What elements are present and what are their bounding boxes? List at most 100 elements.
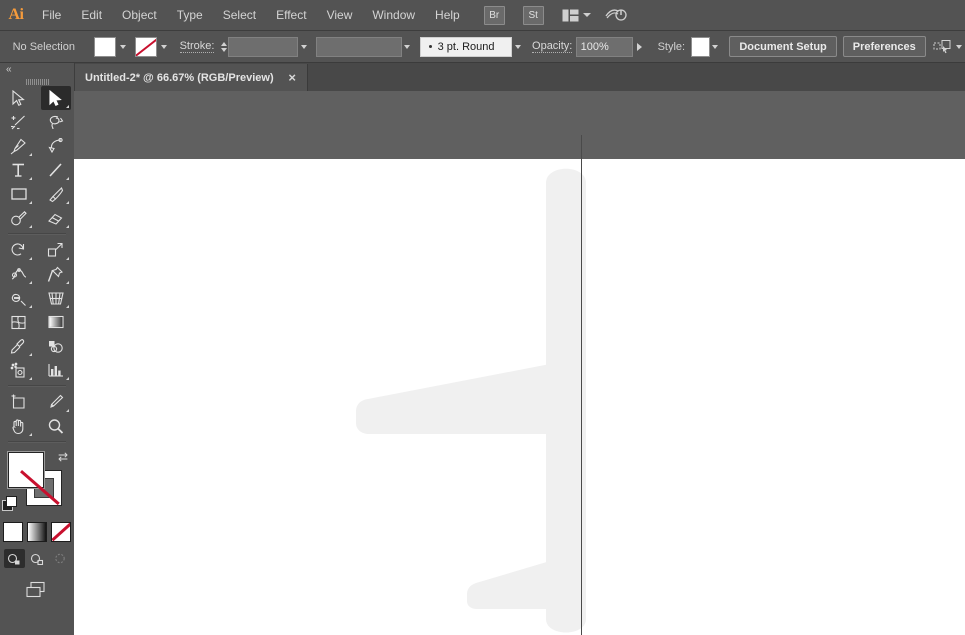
direct-selection-tool[interactable]: [40, 86, 71, 110]
preferences-button[interactable]: Preferences: [842, 36, 926, 57]
brush-definition-chevron-down-icon[interactable]: [512, 38, 524, 56]
hand-tool[interactable]: [4, 414, 34, 438]
color-mode-button[interactable]: [3, 522, 23, 542]
fill-swatch[interactable]: [94, 36, 117, 57]
menu-window[interactable]: Window: [362, 0, 425, 30]
menu-object[interactable]: Object: [112, 0, 167, 30]
blend-tool[interactable]: [41, 334, 71, 358]
symbol-sprayer-tool[interactable]: [4, 358, 34, 382]
menu-help[interactable]: Help: [425, 0, 470, 30]
gradient-mode-button[interactable]: [27, 522, 47, 542]
magic-wand-tool[interactable]: [4, 110, 34, 134]
variable-width-profile-input[interactable]: [315, 36, 402, 57]
rotate-tool[interactable]: [4, 238, 34, 262]
stroke-chevron-down-icon[interactable]: [157, 38, 171, 56]
width-tool[interactable]: [4, 262, 34, 286]
illustrator-window: Ai File Edit Object Type Select Effect V…: [0, 0, 965, 635]
arrange-documents-chevron-down-icon[interactable]: [582, 13, 591, 17]
brush-definition-label: 3 pt. Round: [437, 40, 495, 53]
change-screen-mode-button[interactable]: [0, 580, 74, 600]
fill-stroke-controls: ⇄: [0, 450, 74, 518]
fill-chevron-down-icon[interactable]: [116, 38, 130, 56]
draw-normal-button[interactable]: [3, 549, 25, 568]
free-transform-tool[interactable]: [41, 262, 71, 286]
arrange-documents-icon[interactable]: [562, 9, 579, 22]
canvas-area[interactable]: [74, 91, 965, 635]
variable-width-chevron-down-icon[interactable]: [402, 38, 414, 56]
document-setup-button[interactable]: Document Setup: [729, 36, 837, 57]
curvature-tool[interactable]: [41, 134, 71, 158]
graphic-style-swatch[interactable]: [691, 36, 710, 57]
none-mode-button[interactable]: [51, 522, 71, 542]
selection-tool[interactable]: [4, 86, 34, 110]
toolbar-fill-swatch[interactable]: [8, 452, 44, 488]
menu-effect[interactable]: Effect: [266, 0, 316, 30]
menu-bar: Ai File Edit Object Type Select Effect V…: [0, 0, 965, 31]
stroke-options-link[interactable]: Stroke:: [179, 40, 215, 53]
draw-inside-button[interactable]: [50, 549, 71, 568]
artboard[interactable]: [74, 159, 965, 635]
brush-definition-input[interactable]: 3 pt. Round: [419, 36, 513, 57]
workspace-switcher-icon[interactable]: [605, 7, 627, 23]
brush-preview-dot-icon: [428, 45, 432, 48]
tools-panel-grip[interactable]: [0, 77, 74, 86]
menu-file[interactable]: File: [32, 0, 71, 30]
draw-behind-button[interactable]: [27, 549, 48, 568]
menu-type[interactable]: Type: [167, 0, 213, 30]
slice-tool[interactable]: [41, 390, 71, 414]
eyedropper-tool[interactable]: [4, 334, 34, 358]
stroke-swatch-group[interactable]: [135, 36, 171, 57]
gradient-tool[interactable]: [41, 310, 71, 334]
selection-status-label: No Selection: [12, 40, 75, 53]
airplane-silhouette[interactable]: [74, 159, 965, 635]
close-icon[interactable]: ×: [286, 71, 299, 84]
stroke-weight-chevron-down-icon[interactable]: [298, 38, 310, 56]
opacity-input[interactable]: 100%: [575, 36, 634, 57]
perspective-grid-tool[interactable]: [41, 286, 71, 310]
shaper-tool[interactable]: [4, 206, 34, 230]
artboard-tool[interactable]: [4, 390, 34, 414]
document-tab-bar: Untitled-2* @ 66.67% (RGB/Preview) ×: [74, 63, 965, 92]
column-graph-tool[interactable]: [41, 358, 71, 382]
bridge-button[interactable]: Br: [483, 5, 505, 25]
select-similar-chevron-down-icon[interactable]: [953, 38, 965, 56]
lasso-tool[interactable]: [41, 110, 71, 134]
document-tab[interactable]: Untitled-2* @ 66.67% (RGB/Preview) ×: [74, 64, 308, 91]
tools-grid: [0, 86, 74, 446]
pen-tool[interactable]: [4, 134, 34, 158]
menu-bar-right-group: Br St: [483, 0, 627, 30]
select-similar-objects-icon[interactable]: [933, 39, 953, 54]
fill-swatch-group[interactable]: [94, 36, 130, 57]
app-logo-icon: Ai: [8, 6, 25, 23]
document-tab-title: Untitled-2* @ 66.67% (RGB/Preview): [85, 71, 274, 84]
stock-button[interactable]: St: [522, 5, 544, 25]
default-fill-stroke-icon[interactable]: [2, 496, 17, 511]
type-tool[interactable]: [4, 158, 34, 182]
swap-fill-stroke-icon[interactable]: ⇄: [58, 450, 68, 464]
color-mode-buttons: [0, 522, 74, 542]
collapse-panel-icon[interactable]: «: [6, 65, 12, 75]
scale-tool[interactable]: [41, 238, 71, 262]
menu-edit[interactable]: Edit: [71, 0, 112, 30]
shape-builder-tool[interactable]: [4, 286, 34, 310]
eraser-tool[interactable]: [41, 206, 71, 230]
menu-view[interactable]: View: [317, 0, 363, 30]
zoom-tool[interactable]: [41, 414, 71, 438]
tools-panel: « ⇄: [0, 63, 75, 635]
stroke-weight-input[interactable]: [228, 36, 298, 57]
tools-panel-header: «: [0, 63, 74, 77]
paintbrush-tool[interactable]: [41, 182, 71, 206]
rectangle-tool[interactable]: [4, 182, 34, 206]
stroke-weight-stepper[interactable]: [219, 38, 229, 56]
control-bar: No Selection Stroke: 3 pt. Round Opacity…: [0, 31, 965, 63]
style-label: Style:: [657, 40, 686, 53]
menu-select[interactable]: Select: [213, 0, 266, 30]
opacity-chevron-right-icon[interactable]: [633, 38, 645, 56]
vertical-guide: [581, 135, 582, 635]
line-segment-tool[interactable]: [41, 158, 71, 182]
opacity-options-link[interactable]: Opacity:: [532, 40, 573, 53]
drawing-mode-buttons: [0, 549, 74, 568]
graphic-style-chevron-down-icon[interactable]: [710, 38, 722, 56]
stroke-swatch[interactable]: [135, 36, 158, 57]
mesh-tool[interactable]: [4, 310, 34, 334]
